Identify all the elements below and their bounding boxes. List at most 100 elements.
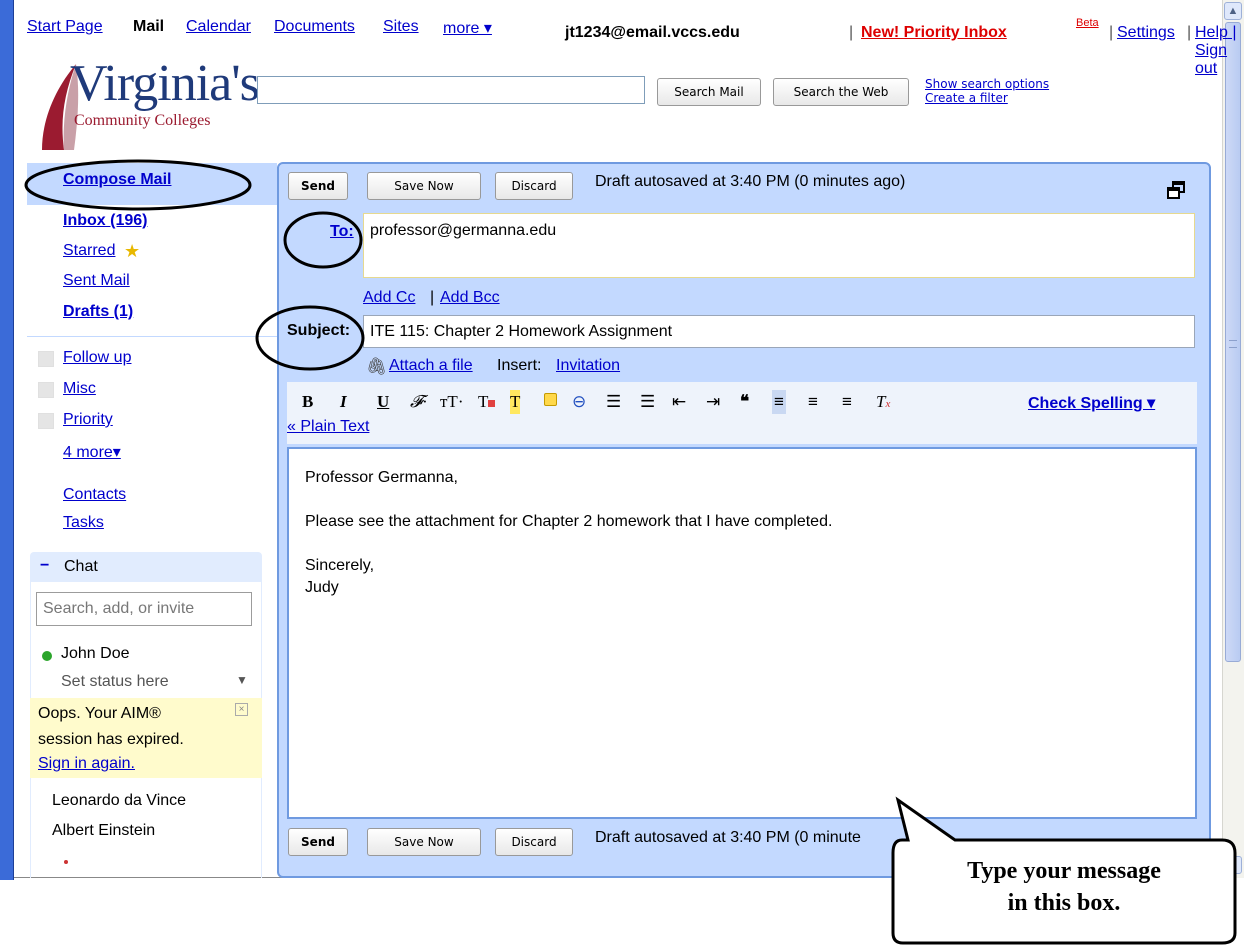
sidebar-item-contacts[interactable]: Contacts <box>63 486 126 504</box>
aim-sign-in-link[interactable]: Sign in again. <box>38 755 135 773</box>
aim-notice-text: Oops. Your AIM® <box>38 705 161 722</box>
logo-wordmark: Virginia's <box>70 55 260 112</box>
sign-out-link[interactable]: Sign out <box>1195 42 1227 77</box>
subject-label: Subject: <box>287 322 351 339</box>
discard-button-bottom[interactable]: Discard <box>495 828 573 856</box>
send-button-bottom[interactable]: Send <box>288 828 348 856</box>
check-spelling-link[interactable]: Check Spelling ▾ <box>1028 393 1155 413</box>
status-dot-icon <box>64 860 68 864</box>
search-mail-input[interactable] <box>257 76 645 104</box>
sidebar-more-labels[interactable]: 4 more▾ <box>63 442 121 462</box>
text-color-icon[interactable]: T <box>478 390 496 414</box>
discard-button[interactable]: Discard <box>495 172 573 200</box>
chat-contact[interactable]: Albert Einstein <box>52 822 155 840</box>
search-mail-button[interactable]: Search Mail <box>657 78 761 106</box>
aim-notice-text: session has expired. <box>38 731 184 748</box>
search-web-button[interactable]: Search the Web <box>773 78 909 106</box>
account-email: jt1234@email.vccs.edu <box>565 24 740 41</box>
quote-icon[interactable]: ❝ <box>740 390 749 414</box>
online-status-icon <box>42 651 52 661</box>
help-link[interactable]: Help | Sign out <box>1195 24 1248 78</box>
to-field[interactable]: professor@germanna.edu <box>363 213 1195 278</box>
compose-mail-link[interactable]: Compose Mail <box>63 171 171 189</box>
nav-sites[interactable]: Sites <box>383 18 419 36</box>
chat-title: Chat <box>64 558 98 575</box>
label-color-swatch <box>38 382 54 398</box>
chat-own-name: John Doe <box>61 645 130 662</box>
indent-less-icon[interactable]: ⇤ <box>672 390 686 414</box>
insert-invitation-link[interactable]: Invitation <box>556 357 620 375</box>
sidebar-divider <box>27 336 277 337</box>
separator: | <box>849 24 854 41</box>
nav-start-page[interactable]: Start Page <box>27 18 103 36</box>
set-status-field[interactable]: Set status here <box>61 673 169 691</box>
logo-subtitle: Community Colleges <box>74 112 211 129</box>
body-closing: Sincerely, <box>305 557 375 574</box>
add-cc-link[interactable]: Add Cc <box>363 289 415 307</box>
sidebar-item-tasks[interactable]: Tasks <box>63 514 104 532</box>
priority-inbox-link[interactable]: New! Priority Inbox <box>861 24 1007 42</box>
collapse-minus-icon[interactable]: − <box>40 557 49 575</box>
font-size-icon[interactable]: тT· <box>440 390 463 414</box>
separator: | <box>430 289 435 306</box>
nav-mail: Mail <box>133 18 165 35</box>
plain-text-link[interactable]: « Plain Text <box>287 418 369 436</box>
pop-out-icon[interactable] <box>1166 180 1186 200</box>
font-family-icon[interactable]: 𝓕· <box>410 390 427 414</box>
chat-contact[interactable]: Leonardo da Vince <box>52 792 186 810</box>
save-now-button-bottom[interactable]: Save Now <box>367 828 481 856</box>
bold-icon[interactable]: B <box>302 390 313 414</box>
beta-badge: Beta <box>1076 17 1099 29</box>
settings-link[interactable]: Settings <box>1117 24 1175 42</box>
align-right-icon[interactable]: ≡ <box>842 390 852 414</box>
highlight-color-icon[interactable]: T <box>510 390 521 414</box>
sidebar-item-starred[interactable]: Starred <box>63 242 115 260</box>
insert-label: Insert: <box>497 357 542 374</box>
help-link-label[interactable]: Help <box>1195 24 1228 41</box>
separator: | <box>1109 24 1114 41</box>
create-filter-link[interactable]: Create a filter <box>925 91 1008 105</box>
body-greeting: Professor Germanna, <box>305 469 458 486</box>
message-body-editor[interactable]: Professor Germanna, Please see the attac… <box>287 447 1197 819</box>
chat-search-input[interactable]: Search, add, or invite <box>36 592 252 626</box>
emoticon-icon[interactable] <box>544 390 557 414</box>
sidebar-item-sent[interactable]: Sent Mail <box>63 272 130 290</box>
callout-line-2: in this box. <box>1007 890 1121 916</box>
indent-more-icon[interactable]: ⇥ <box>706 390 720 414</box>
italic-icon[interactable]: I <box>340 390 347 414</box>
paperclip-icon: 🖇 <box>366 357 388 376</box>
add-bcc-link[interactable]: Add Bcc <box>440 289 500 307</box>
callout-text: Type your message in this box. <box>893 855 1235 919</box>
underline-icon[interactable]: U <box>377 390 389 414</box>
nav-documents[interactable]: Documents <box>274 18 355 36</box>
sidebar-item-inbox[interactable]: Inbox (196) <box>63 212 147 230</box>
show-search-options-link[interactable]: Show search options <box>925 77 1049 91</box>
send-button[interactable]: Send <box>288 172 348 200</box>
body-signature: Judy <box>305 579 339 596</box>
star-icon: ★ <box>124 241 141 261</box>
to-recipients-link[interactable]: To: <box>330 223 354 241</box>
numbered-list-icon[interactable]: ☰ <box>606 390 621 414</box>
subject-field[interactable]: ITE 115: Chapter 2 Homework Assignment <box>363 315 1195 348</box>
sidebar-label-follow-up[interactable]: Follow up <box>63 349 131 367</box>
chevron-down-icon[interactable]: ▼ <box>236 673 248 687</box>
link-icon[interactable]: ⊖ <box>572 390 586 414</box>
close-icon[interactable]: × <box>235 703 248 716</box>
body-paragraph: Please see the attachment for Chapter 2 … <box>305 513 833 530</box>
nav-more-menu[interactable]: more ▾ <box>443 18 492 38</box>
sidebar-label-misc[interactable]: Misc <box>63 380 96 398</box>
sidebar-item-drafts[interactable]: Drafts (1) <box>63 303 133 321</box>
align-left-icon[interactable]: ≡ <box>772 390 786 414</box>
window-frame-left <box>0 0 14 880</box>
save-now-button[interactable]: Save Now <box>367 172 481 200</box>
align-center-icon[interactable]: ≡ <box>808 390 818 414</box>
bulleted-list-icon[interactable]: ☰ <box>640 390 655 414</box>
sidebar-label-priority[interactable]: Priority <box>63 411 113 429</box>
scroll-up-arrow-icon[interactable]: ▲ <box>1224 2 1242 20</box>
remove-formatting-icon[interactable]: Tx <box>876 390 890 416</box>
attach-file-link[interactable]: Attach a file <box>389 357 473 375</box>
scrollbar-grip-icon <box>1229 340 1237 348</box>
callout-line-1: Type your message <box>967 858 1161 884</box>
nav-calendar[interactable]: Calendar <box>186 18 251 36</box>
autosave-status: Draft autosaved at 3:40 PM (0 minutes ag… <box>595 173 906 190</box>
